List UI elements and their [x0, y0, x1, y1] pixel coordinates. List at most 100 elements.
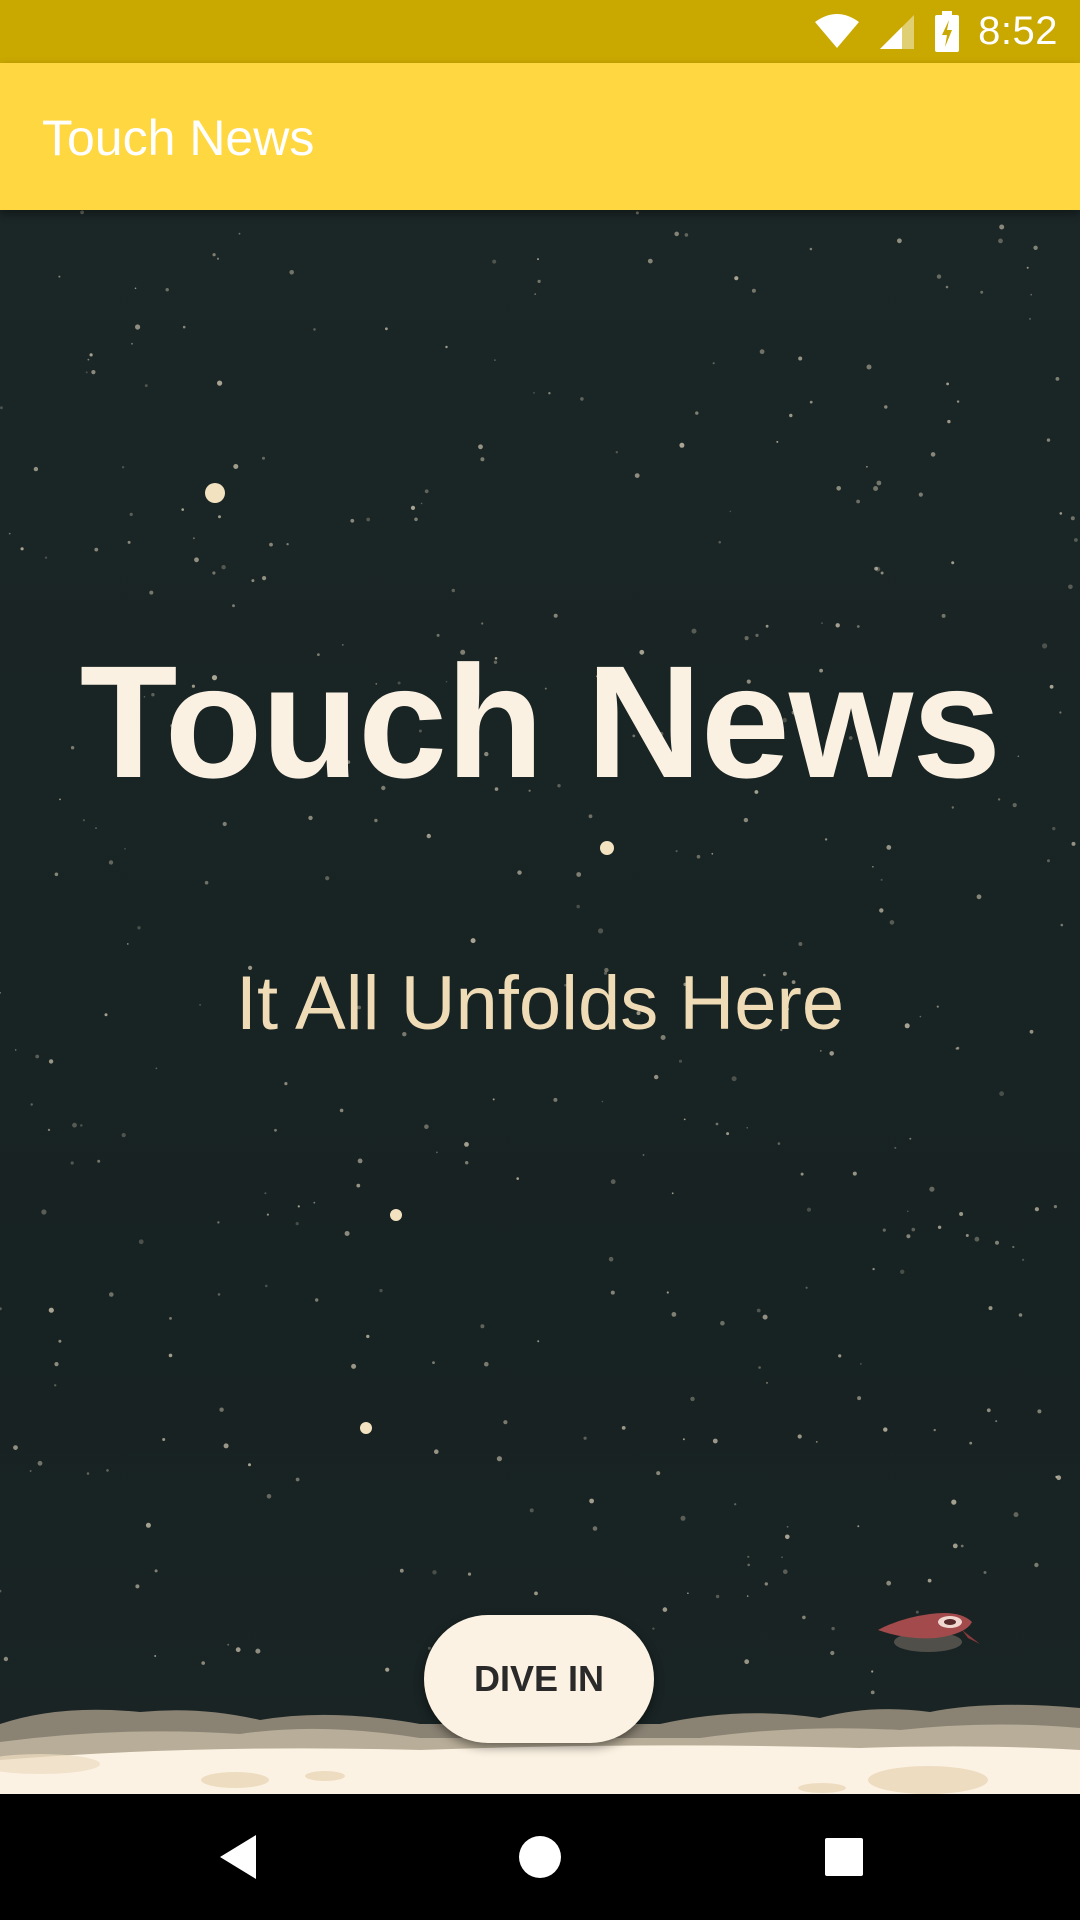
- star: [988, 1306, 993, 1311]
- star: [308, 815, 313, 821]
- star: [960, 1544, 964, 1548]
- star: [232, 604, 235, 608]
- star: [682, 1438, 685, 1441]
- star: [1052, 826, 1056, 831]
- star: [496, 1456, 502, 1462]
- star: [414, 517, 418, 522]
- star: [223, 1443, 229, 1449]
- back-button[interactable]: [168, 1794, 308, 1920]
- star: [8, 532, 11, 535]
- star: [601, 1100, 604, 1103]
- star: [734, 1503, 737, 1506]
- star: [217, 1293, 221, 1296]
- star: [87, 358, 90, 361]
- star: [589, 1498, 594, 1504]
- star: [1018, 1313, 1023, 1317]
- star: [955, 1047, 958, 1050]
- star: [711, 852, 714, 855]
- star: [534, 1591, 538, 1596]
- star: [880, 878, 883, 881]
- star: [683, 1118, 686, 1121]
- star: [786, 1525, 789, 1528]
- star: [356, 1183, 361, 1188]
- star: [145, 1522, 151, 1528]
- star: [959, 1212, 964, 1216]
- star: [533, 392, 535, 394]
- star: [824, 838, 828, 841]
- star: [154, 1569, 158, 1573]
- star: [266, 1213, 269, 1216]
- star: [884, 405, 888, 409]
- star: [350, 518, 355, 523]
- star: [127, 943, 129, 945]
- star: [424, 1124, 429, 1129]
- star: [580, 397, 584, 401]
- star: [165, 288, 169, 292]
- star: [598, 928, 604, 934]
- star: [852, 1171, 857, 1176]
- home-button[interactable]: [470, 1794, 610, 1920]
- star: [227, 1643, 230, 1646]
- star: [731, 1076, 737, 1082]
- recents-button[interactable]: [774, 1794, 914, 1920]
- star: [936, 274, 942, 279]
- star: [451, 588, 455, 593]
- star: [91, 370, 96, 375]
- star: [238, 232, 241, 235]
- star: [121, 466, 125, 469]
- star: [168, 1353, 173, 1358]
- star: [212, 253, 216, 257]
- star: [313, 328, 316, 331]
- star: [1074, 538, 1078, 542]
- star: [135, 324, 141, 330]
- star: [608, 1256, 614, 1262]
- star: [503, 1420, 508, 1425]
- star: [134, 287, 137, 290]
- star: [80, 210, 84, 215]
- star: [746, 1127, 748, 1129]
- star: [715, 1122, 719, 1126]
- hero-title: Touch News: [79, 632, 1001, 811]
- star: [492, 1098, 495, 1101]
- star: [1028, 317, 1032, 320]
- star: [690, 1396, 695, 1402]
- star: [470, 938, 476, 944]
- star: [829, 1051, 834, 1056]
- star: [366, 1334, 370, 1339]
- star: [747, 1563, 750, 1567]
- star: [410, 505, 416, 510]
- star: [856, 499, 860, 504]
- star: [766, 1382, 768, 1384]
- star: [72, 1122, 77, 1128]
- star: [951, 1499, 957, 1505]
- star: [687, 1592, 689, 1594]
- star: [109, 1292, 114, 1297]
- star: [54, 1362, 59, 1367]
- star: [952, 1543, 958, 1549]
- star: [289, 270, 295, 275]
- star: [194, 557, 199, 563]
- star: [553, 613, 558, 618]
- star: [379, 1288, 383, 1293]
- star: [937, 1225, 942, 1229]
- star: [610, 1290, 615, 1295]
- star: [494, 359, 496, 361]
- star: [374, 818, 378, 823]
- star: [819, 1050, 822, 1052]
- star: [876, 480, 882, 486]
- star: [897, 238, 902, 244]
- dive-in-button[interactable]: DIVE IN: [424, 1615, 654, 1743]
- star: [762, 1314, 768, 1320]
- star: [144, 384, 148, 388]
- star: [182, 325, 186, 329]
- star: [652, 1627, 655, 1630]
- star: [37, 1460, 43, 1466]
- star: [995, 1240, 999, 1245]
- star: [821, 622, 823, 624]
- star: [1022, 1258, 1025, 1261]
- star: [918, 492, 923, 497]
- star: [295, 1477, 300, 1482]
- star: [751, 288, 756, 293]
- star: [974, 1236, 980, 1242]
- star: [999, 1091, 1004, 1097]
